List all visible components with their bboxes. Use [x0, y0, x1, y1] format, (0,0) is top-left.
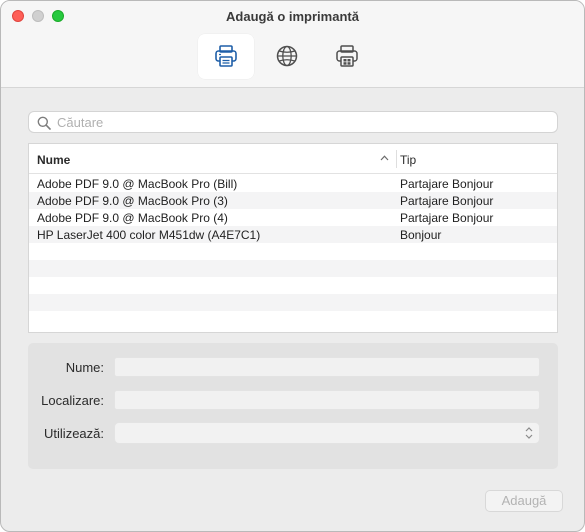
name-field[interactable] — [114, 357, 540, 377]
printer-list-table: Nume Tip Adobe PDF 9.0 @ MacBook Pro (Bi… — [28, 143, 558, 333]
empty-row — [29, 243, 557, 260]
printer-icon — [215, 45, 237, 67]
sort-ascending-icon[interactable] — [380, 155, 389, 161]
use-driver-select[interactable] — [114, 422, 540, 444]
table-row[interactable]: Adobe PDF 9.0 @ MacBook Pro (4) Partajar… — [29, 209, 557, 226]
column-header-name[interactable]: Nume — [37, 153, 70, 167]
printer-name-cell: HP LaserJet 400 color M451dw (A4E7C1) — [37, 228, 261, 242]
tab-ip-printer[interactable] — [259, 34, 315, 79]
table-header: Nume Tip — [29, 144, 557, 174]
search-icon — [37, 116, 51, 130]
empty-row — [29, 277, 557, 294]
printer-type-cell: Partajare Bonjour — [400, 211, 494, 225]
search-input[interactable] — [57, 114, 547, 131]
search-field[interactable] — [28, 111, 558, 133]
tab-default-printers[interactable] — [198, 34, 254, 79]
content-area: Nume Tip Adobe PDF 9.0 @ MacBook Pro (Bi… — [1, 89, 584, 531]
printer-type-cell: Partajare Bonjour — [400, 194, 494, 208]
location-label: Localizare: — [41, 393, 104, 408]
title-bar: Adaugă o imprimantă — [1, 1, 584, 88]
window-title: Adaugă o imprimantă — [226, 9, 359, 24]
windows-printer-icon — [336, 45, 358, 67]
tab-windows-printer[interactable] — [319, 34, 375, 79]
empty-row — [29, 294, 557, 311]
name-label: Nume: — [65, 360, 104, 375]
empty-row — [29, 260, 557, 277]
add-button[interactable]: Adaugă — [485, 490, 563, 512]
globe-icon — [276, 45, 298, 67]
column-divider[interactable] — [396, 150, 397, 168]
printer-details-panel: Nume: Localizare: Utilizează: — [28, 343, 558, 469]
up-down-chevron-icon — [525, 427, 533, 439]
printer-type-cell: Partajare Bonjour — [400, 177, 494, 191]
empty-row — [29, 311, 557, 328]
printer-type-cell: Bonjour — [400, 228, 442, 242]
table-row[interactable]: Adobe PDF 9.0 @ MacBook Pro (3) Partajar… — [29, 192, 557, 209]
table-row[interactable]: HP LaserJet 400 color M451dw (A4E7C1) Bo… — [29, 226, 557, 243]
printer-name-cell: Adobe PDF 9.0 @ MacBook Pro (4) — [37, 211, 228, 225]
add-printer-window: Adaugă o imprimantă Căutare Nume Tip Ado… — [0, 0, 585, 532]
printer-name-cell: Adobe PDF 9.0 @ MacBook Pro (3) — [37, 194, 228, 208]
printer-name-cell: Adobe PDF 9.0 @ MacBook Pro (Bill) — [37, 177, 238, 191]
column-header-type[interactable]: Tip — [400, 153, 416, 167]
location-field[interactable] — [114, 390, 540, 410]
table-body: Adobe PDF 9.0 @ MacBook Pro (Bill) Parta… — [29, 175, 557, 328]
table-row[interactable]: Adobe PDF 9.0 @ MacBook Pro (Bill) Parta… — [29, 175, 557, 192]
use-label: Utilizează: — [44, 426, 104, 441]
